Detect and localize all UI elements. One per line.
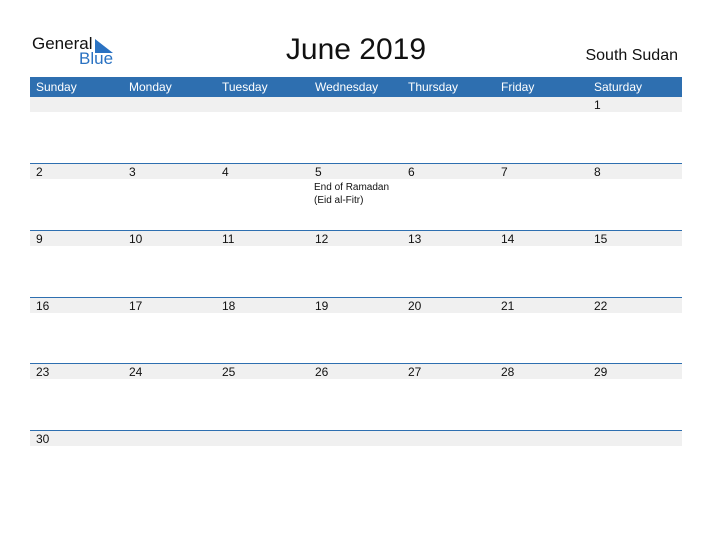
day-number: 8 (594, 165, 601, 179)
day-cell[interactable]: 1 (588, 97, 681, 164)
day-number: 26 (315, 365, 329, 379)
day-cell (216, 431, 309, 498)
day-number: 4 (222, 165, 229, 179)
day-cell[interactable]: 14 (495, 231, 588, 298)
day-cell[interactable]: 2 (30, 164, 123, 231)
day-cell[interactable]: 12 (309, 231, 402, 298)
day-number: 6 (408, 165, 415, 179)
day-cell[interactable]: 24 (123, 364, 216, 431)
day-cell[interactable]: 29 (588, 364, 681, 431)
day-number: 23 (36, 365, 50, 379)
day-number: 29 (594, 365, 608, 379)
day-cell[interactable]: 20 (402, 298, 495, 365)
day-number: 27 (408, 365, 422, 379)
day-number: 17 (129, 299, 143, 313)
day-cell[interactable]: 7 (495, 164, 588, 231)
day-cell[interactable]: 22 (588, 298, 681, 365)
day-cell[interactable]: 30 (30, 431, 123, 498)
day-cell (123, 97, 216, 164)
day-number: 1 (594, 98, 601, 112)
day-number: 13 (408, 232, 422, 246)
day-cell[interactable]: 11 (216, 231, 309, 298)
day-cell[interactable]: 17 (123, 298, 216, 365)
day-cell[interactable]: 23 (30, 364, 123, 431)
day-cell[interactable]: 18 (216, 298, 309, 365)
day-cell[interactable]: 13 (402, 231, 495, 298)
day-number: 28 (501, 365, 515, 379)
day-cell (402, 97, 495, 164)
day-cell[interactable]: 25 (216, 364, 309, 431)
week-row: 2 3 4 5 End of Ramadan (Eid al-Fitr) 6 7 8 (30, 163, 682, 231)
weekday-friday: Friday (501, 80, 535, 94)
day-number: 9 (36, 232, 43, 246)
day-cell (588, 431, 681, 498)
day-number: 22 (594, 299, 608, 313)
day-cell[interactable]: 27 (402, 364, 495, 431)
day-cell (30, 97, 123, 164)
weekday-sunday: Sunday (36, 80, 77, 94)
day-number: 5 (315, 165, 322, 179)
weekday-wednesday: Wednesday (315, 80, 379, 94)
week-row: 1 (30, 97, 682, 164)
day-cell[interactable]: 9 (30, 231, 123, 298)
week-row: 30 (30, 430, 682, 498)
day-cell (309, 97, 402, 164)
week-row: 9 10 11 12 13 14 15 (30, 230, 682, 298)
day-number: 24 (129, 365, 143, 379)
day-cell[interactable]: 3 (123, 164, 216, 231)
weekday-monday: Monday (129, 80, 172, 94)
day-cell (495, 431, 588, 498)
day-number: 20 (408, 299, 422, 313)
day-cell[interactable]: 19 (309, 298, 402, 365)
day-number: 10 (129, 232, 143, 246)
weekday-saturday: Saturday (594, 80, 643, 94)
day-cell[interactable]: 5 End of Ramadan (Eid al-Fitr) (309, 164, 402, 231)
day-number: 18 (222, 299, 236, 313)
day-number: 16 (36, 299, 50, 313)
week-row: 16 17 18 19 20 21 22 (30, 297, 682, 365)
day-cell[interactable]: 4 (216, 164, 309, 231)
day-number: 11 (222, 232, 235, 246)
day-cell (402, 431, 495, 498)
day-cell[interactable]: 8 (588, 164, 681, 231)
day-cell (495, 97, 588, 164)
country-label: South Sudan (585, 47, 678, 64)
day-number: 12 (315, 232, 329, 246)
weekday-header: Sunday Monday Tuesday Wednesday Thursday… (30, 77, 682, 97)
weekday-thursday: Thursday (408, 80, 459, 94)
day-cell (309, 431, 402, 498)
day-number: 21 (501, 299, 515, 313)
day-cell[interactable]: 28 (495, 364, 588, 431)
day-cell (216, 97, 309, 164)
day-cell[interactable]: 6 (402, 164, 495, 231)
day-cell (123, 431, 216, 498)
weekday-tuesday: Tuesday (222, 80, 268, 94)
day-number: 25 (222, 365, 236, 379)
day-number: 3 (129, 165, 136, 179)
day-number: 19 (315, 299, 329, 313)
day-cell[interactable]: 21 (495, 298, 588, 365)
day-cell[interactable]: 10 (123, 231, 216, 298)
holiday-event: End of Ramadan (Eid al-Fitr) (314, 182, 390, 206)
day-number: 14 (501, 232, 515, 246)
day-cell[interactable]: 26 (309, 364, 402, 431)
day-cell[interactable]: 15 (588, 231, 681, 298)
day-cell[interactable]: 16 (30, 298, 123, 365)
day-number: 7 (501, 165, 508, 179)
day-number: 30 (36, 432, 50, 446)
day-number: 2 (36, 165, 43, 179)
week-row: 23 24 25 26 27 28 29 (30, 363, 682, 431)
day-number: 15 (594, 232, 608, 246)
